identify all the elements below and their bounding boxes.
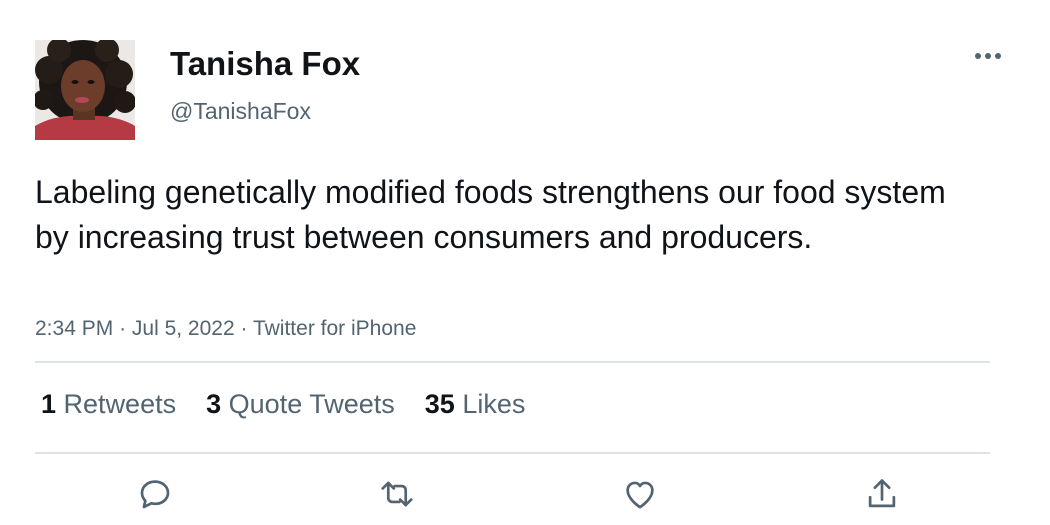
retweet-icon (381, 481, 413, 507)
heart-icon (626, 481, 654, 509)
quote-tweets-stat[interactable]: 3 Quote Tweets (206, 386, 395, 422)
more-options-button[interactable] (968, 40, 1008, 72)
tweet-text: Labeling genetically modified foods stre… (35, 174, 946, 255)
share-button[interactable] (862, 474, 902, 514)
avatar[interactable] (35, 40, 135, 140)
tweet-metadata: 2:34 PM · Jul 5, 2022 · Twitter for iPho… (35, 314, 416, 344)
retweets-label: Retweets (63, 389, 177, 419)
tweet-time[interactable]: 2:34 PM (35, 317, 113, 340)
more-horizontal-icon (975, 53, 1001, 59)
engagement-stats: 1 Retweets 3 Quote Tweets 35 Likes (41, 386, 555, 422)
likes-stat[interactable]: 35 Likes (425, 386, 526, 422)
retweet-button[interactable] (377, 474, 417, 514)
retweets-count: 1 (41, 389, 57, 419)
likes-label: Likes (462, 389, 526, 419)
quote-tweets-label: Quote Tweets (228, 389, 395, 419)
user-handle[interactable]: @TanishaFox (170, 96, 311, 126)
meta-separator: · (119, 317, 127, 340)
divider (35, 452, 990, 454)
profile-photo-icon (35, 40, 135, 140)
divider (35, 361, 990, 363)
display-name[interactable]: Tanisha Fox (170, 44, 360, 84)
like-button[interactable] (620, 474, 660, 514)
quote-tweets-count: 3 (206, 389, 222, 419)
tweet-source[interactable]: Twitter for iPhone (253, 317, 416, 340)
tweet-date[interactable]: Jul 5, 2022 (132, 317, 235, 340)
retweets-stat[interactable]: 1 Retweets (41, 386, 176, 422)
reply-button[interactable] (135, 474, 175, 514)
share-icon (868, 479, 896, 508)
likes-count: 35 (424, 389, 455, 419)
tweet-card: Tanisha Fox @TanishaFox Labeling genetic… (0, 0, 1050, 525)
reply-icon (140, 480, 170, 509)
meta-separator: · (240, 317, 248, 340)
